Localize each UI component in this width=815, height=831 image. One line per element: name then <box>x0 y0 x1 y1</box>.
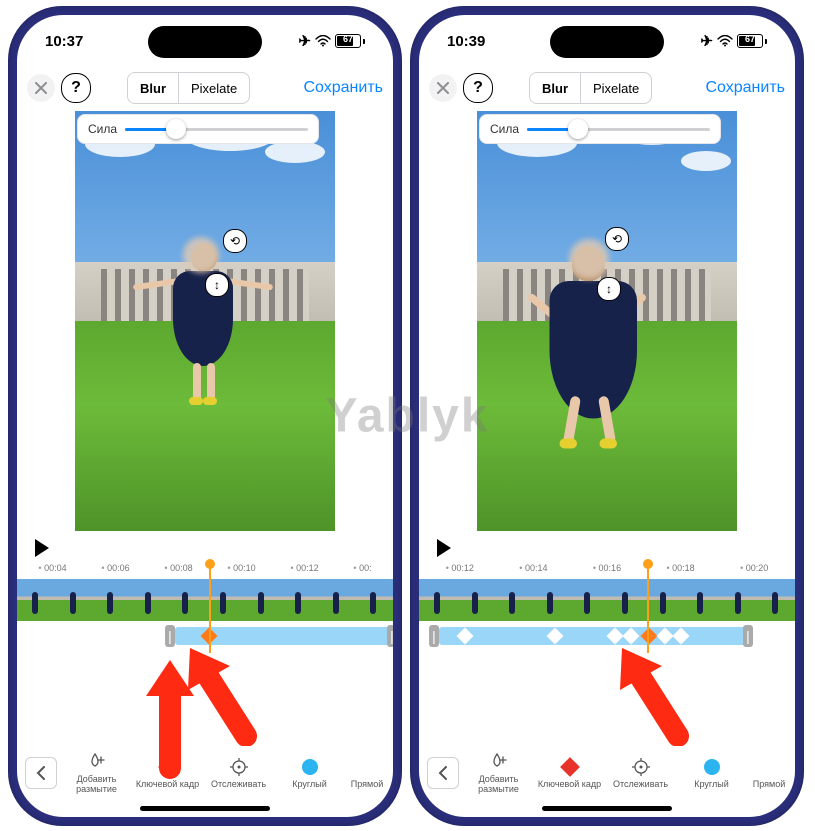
wifi-icon <box>315 35 331 47</box>
clip-start-handle[interactable]: | <box>165 625 175 647</box>
status-time: 10:39 <box>447 33 485 50</box>
battery-indicator: 67 <box>335 34 365 48</box>
clip-end-handle[interactable]: | <box>387 625 393 647</box>
close-icon <box>35 82 47 94</box>
play-button[interactable] <box>35 539 49 557</box>
playhead[interactable] <box>209 563 211 653</box>
back-button[interactable] <box>25 757 57 789</box>
circle-icon <box>302 759 318 775</box>
tool-rect[interactable]: Прямой <box>345 757 389 790</box>
keyframe-icon <box>560 757 580 777</box>
home-indicator[interactable] <box>542 806 672 811</box>
keyframe-icon <box>158 757 178 777</box>
phone-right: 10:39 ✈︎ 67 ? Blur Pixelate Сохранить <box>410 6 804 826</box>
close-button[interactable] <box>27 74 55 102</box>
save-button[interactable]: Сохранить <box>303 79 383 97</box>
resize-handle[interactable]: ↕ <box>205 273 229 297</box>
droplet-plus-icon <box>489 752 509 772</box>
close-icon <box>437 82 449 94</box>
video-preview[interactable]: ⟲ ↕ <box>75 111 335 531</box>
playhead[interactable] <box>647 563 649 653</box>
crosshair-icon <box>229 757 249 777</box>
circle-icon <box>704 759 720 775</box>
tool-track[interactable]: Отслеживать <box>605 757 676 790</box>
keyframe-track[interactable]: | | <box>17 625 393 647</box>
slider-label: Сила <box>490 122 519 136</box>
close-button[interactable] <box>429 74 457 102</box>
airplane-icon: ✈︎ <box>298 32 311 50</box>
droplet-plus-icon <box>87 752 107 772</box>
airplane-icon: ✈︎ <box>700 32 713 50</box>
seg-blur[interactable]: Blur <box>128 73 178 103</box>
wifi-icon <box>717 35 733 47</box>
seg-pixelate[interactable]: Pixelate <box>580 73 651 103</box>
help-button[interactable]: ? <box>61 73 91 103</box>
tool-round[interactable]: Круглый <box>274 757 345 790</box>
slider-label: Сила <box>88 122 117 136</box>
blur-overlay[interactable] <box>183 237 219 273</box>
strength-slider[interactable]: Сила <box>77 114 319 144</box>
help-button[interactable]: ? <box>463 73 493 103</box>
tool-keyframe[interactable]: Ключевой кадр <box>534 757 605 790</box>
phone-left: 10:37 ✈︎ 67 ? Blur Pixelate Сохранить <box>8 6 402 826</box>
thumbnail-strip[interactable] <box>17 579 393 621</box>
chevron-left-icon <box>36 766 46 780</box>
seg-blur[interactable]: Blur <box>530 73 580 103</box>
save-button[interactable]: Сохранить <box>705 79 785 97</box>
mode-segmented[interactable]: Blur Pixelate <box>529 72 652 104</box>
video-preview[interactable]: ⟲ ↕ <box>477 111 737 531</box>
keyframe-track[interactable]: | | <box>419 625 795 647</box>
tool-add-blur[interactable]: Добавить размытие <box>463 752 534 795</box>
blur-overlay[interactable] <box>569 239 609 279</box>
crosshair-icon <box>631 757 651 777</box>
rotate-handle[interactable]: ⟲ <box>605 227 629 251</box>
bottom-toolbar: Добавить размытие Ключевой кадр Отслежив… <box>17 741 393 805</box>
status-time: 10:37 <box>45 33 83 50</box>
home-indicator[interactable] <box>140 806 270 811</box>
dynamic-island <box>550 26 664 58</box>
seg-pixelate[interactable]: Pixelate <box>178 73 249 103</box>
thumbnail-strip[interactable] <box>419 579 795 621</box>
back-button[interactable] <box>427 757 459 789</box>
chevron-left-icon <box>438 766 448 780</box>
tool-track[interactable]: Отслеживать <box>203 757 274 790</box>
timecode-row: 00:12 00:14 00:16 00:18 00:20 <box>419 563 795 577</box>
resize-handle[interactable]: ↕ <box>597 277 621 301</box>
strength-slider[interactable]: Сила <box>479 114 721 144</box>
tool-keyframe[interactable]: Ключевой кадр <box>132 757 203 790</box>
tool-add-blur[interactable]: Добавить размытие <box>61 752 132 795</box>
battery-indicator: 67 <box>737 34 767 48</box>
tool-rect[interactable]: Прямой <box>747 757 791 790</box>
tool-round[interactable]: Круглый <box>676 757 747 790</box>
mode-segmented[interactable]: Blur Pixelate <box>127 72 250 104</box>
clip-start-handle[interactable]: | <box>429 625 439 647</box>
rotate-handle[interactable]: ⟲ <box>223 229 247 253</box>
dynamic-island <box>148 26 262 58</box>
bottom-toolbar: Добавить размытие Ключевой кадр Отслежив… <box>419 741 795 805</box>
play-button[interactable] <box>437 539 451 557</box>
clip-end-handle[interactable]: | <box>743 625 753 647</box>
